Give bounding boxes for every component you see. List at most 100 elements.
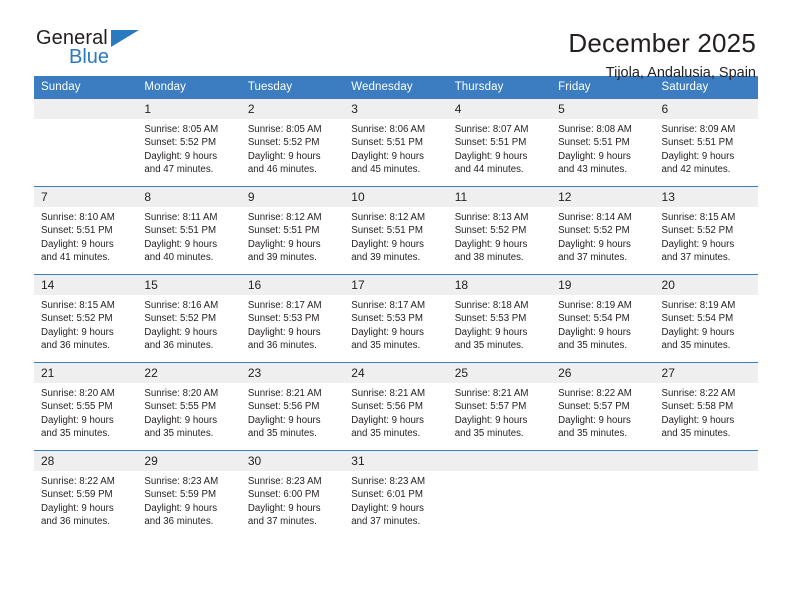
calendar-week-row: 7 Sunrise: 8:10 AM Sunset: 5:51 PM Daylight…: [34, 186, 758, 275]
daylight-text-line1: Daylight: 9 hours: [144, 414, 218, 426]
calendar-day-cell[interactable]: 30 Sunrise: 8:23 AM Sunset: 6:00 PM Dayligh…: [240, 450, 345, 535]
day-details: Sunrise: 8:10 AM Sunset: 5:51 PM Daylight:…: [34, 207, 137, 264]
calendar-day-cell[interactable]: 23 Sunrise: 8:21 AM Sunset: 5:56 PM Dayligh…: [240, 362, 345, 451]
calendar-day-cell[interactable]: 3 Sunrise: 8:06 AM Sunset: 5:51 PM Daylight…: [344, 98, 448, 187]
calendar-day-cell[interactable]: 9 Sunrise: 8:12 AM Sunset: 5:51 PM Daylight…: [240, 186, 345, 275]
daylight-text-line1: Daylight: 9 hours: [41, 326, 114, 338]
calendar-day-cell[interactable]: 2 Sunrise: 8:05 AM Sunset: 5:52 PM Daylight…: [240, 98, 345, 187]
day-details: Sunrise: 8:14 AM Sunset: 5:52 PM Daylight:…: [551, 207, 654, 264]
sunset-text: Sunset: 5:54 PM: [661, 313, 734, 325]
sunrise-text: Sunrise: 8:20 AM: [41, 388, 115, 399]
sunrise-text: Sunrise: 8:15 AM: [41, 300, 115, 311]
sunset-text: Sunset: 5:51 PM: [351, 225, 423, 237]
day-details: Sunrise: 8:20 AM Sunset: 5:55 PM Daylight:…: [34, 383, 137, 440]
calendar-day-cell[interactable]: 8 Sunrise: 8:11 AM Sunset: 5:51 PM Daylight…: [137, 186, 241, 275]
sunrise-text: Sunrise: 8:21 AM: [454, 388, 529, 399]
calendar-day-cell[interactable]: 20 Sunrise: 8:19 AM Sunset: 5:54 PM Dayligh…: [654, 274, 758, 363]
daylight-text-line2: and 37 minutes.: [558, 251, 628, 263]
sunrise-text: Sunrise: 8:09 AM: [661, 124, 736, 135]
calendar-day-cell[interactable]: 4 Sunrise: 8:07 AM Sunset: 5:51 PM Daylight…: [447, 98, 552, 187]
daylight-text-line2: and 35 minutes.: [247, 427, 317, 439]
calendar-day-cell[interactable]: 24 Sunrise: 8:21 AM Sunset: 5:56 PM Dayligh…: [344, 362, 448, 451]
calendar-day-cell[interactable]: 14 Sunrise: 8:15 AM Sunset: 5:52 PM Dayligh…: [34, 274, 138, 363]
day-number: 12: [551, 187, 655, 207]
sunrise-text: Sunrise: 8:21 AM: [247, 388, 322, 399]
calendar-day-cell[interactable]: 11 Sunrise: 8:13 AM Sunset: 5:52 PM Dayligh…: [447, 186, 552, 275]
calendar-day-cell[interactable]: 19 Sunrise: 8:19 AM Sunset: 5:54 PM Dayligh…: [551, 274, 655, 363]
daylight-text-line1: Daylight: 9 hours: [144, 502, 218, 514]
day-number: 18: [447, 275, 552, 295]
calendar-day-cell[interactable]: 31 Sunrise: 8:23 AM Sunset: 6:01 PM Dayligh…: [344, 450, 448, 535]
calendar-day-cell[interactable]: 17 Sunrise: 8:17 AM Sunset: 5:53 PM Dayligh…: [344, 274, 448, 363]
calendar-day-cell[interactable]: 15 Sunrise: 8:16 AM Sunset: 5:52 PM Dayligh…: [137, 274, 241, 363]
day-number: 2: [240, 99, 345, 119]
page-header: General Blue December 2025 Tijola, Andal…: [0, 0, 792, 81]
calendar-day-cell[interactable]: 29 Sunrise: 8:23 AM Sunset: 5:59 PM Dayligh…: [137, 450, 241, 535]
day-details: Sunrise: 8:23 AM Sunset: 6:00 PM Daylight:…: [241, 471, 344, 528]
calendar-day-cell[interactable]: 26 Sunrise: 8:22 AM Sunset: 5:57 PM Dayligh…: [551, 362, 655, 451]
sunset-text: Sunset: 5:53 PM: [351, 313, 423, 325]
calendar-day-cell[interactable]: 25 Sunrise: 8:21 AM Sunset: 5:57 PM Dayligh…: [447, 362, 552, 451]
daylight-text-line2: and 39 minutes.: [247, 251, 317, 263]
calendar-day-cell[interactable]: 10 Sunrise: 8:12 AM Sunset: 5:51 PM Dayligh…: [344, 186, 448, 275]
sunset-text: Sunset: 5:52 PM: [41, 313, 113, 325]
calendar-day-cell[interactable]: 1 Sunrise: 8:05 AM Sunset: 5:52 PM Daylight…: [137, 98, 241, 187]
daylight-text-line1: Daylight: 9 hours: [558, 238, 631, 250]
sunset-text: Sunset: 5:59 PM: [144, 489, 217, 501]
day-number: [551, 451, 655, 471]
title-block: December 2025 Tijola, Andalusia, Spain: [568, 27, 756, 82]
sunrise-text: Sunrise: 8:22 AM: [661, 388, 736, 399]
sunrise-text: Sunrise: 8:15 AM: [661, 212, 736, 223]
day-number: [447, 451, 552, 471]
daylight-text-line2: and 36 minutes.: [41, 515, 110, 527]
calendar-day-cell[interactable]: 6 Sunrise: 8:09 AM Sunset: 5:51 PM Daylight…: [654, 98, 758, 187]
daylight-text-line1: Daylight: 9 hours: [247, 238, 321, 250]
calendar-cell-empty: [551, 450, 655, 535]
calendar-day-cell[interactable]: 28 Sunrise: 8:22 AM Sunset: 5:59 PM Dayligh…: [34, 450, 138, 535]
daylight-text-line1: Daylight: 9 hours: [351, 414, 424, 426]
day-details: Sunrise: 8:15 AM Sunset: 5:52 PM Daylight:…: [655, 207, 758, 264]
sunset-text: Sunset: 6:00 PM: [247, 489, 320, 501]
calendar-day-cell[interactable]: 7 Sunrise: 8:10 AM Sunset: 5:51 PM Daylight…: [34, 186, 138, 275]
calendar-day-cell[interactable]: 27 Sunrise: 8:22 AM Sunset: 5:58 PM Dayligh…: [654, 362, 758, 451]
sunset-text: Sunset: 5:52 PM: [247, 137, 320, 149]
day-number: 22: [137, 363, 241, 383]
day-details: Sunrise: 8:17 AM Sunset: 5:53 PM Daylight:…: [241, 295, 344, 352]
day-number: 16: [240, 275, 345, 295]
sunrise-text: Sunrise: 8:12 AM: [247, 212, 322, 223]
calendar-day-cell[interactable]: 5 Sunrise: 8:08 AM Sunset: 5:51 PM Daylight…: [551, 98, 655, 187]
daylight-text-line2: and 37 minutes.: [351, 515, 421, 527]
sunrise-text: Sunrise: 8:19 AM: [558, 300, 632, 311]
day-number: 23: [240, 363, 345, 383]
calendar-day-cell[interactable]: 12 Sunrise: 8:14 AM Sunset: 5:52 PM Dayligh…: [551, 186, 655, 275]
day-details: Sunrise: 8:18 AM Sunset: 5:53 PM Daylight:…: [448, 295, 551, 352]
calendar-day-cell[interactable]: 13 Sunrise: 8:15 AM Sunset: 5:52 PM Dayligh…: [654, 186, 758, 275]
daylight-text-line2: and 36 minutes.: [144, 339, 214, 351]
daylight-text-line2: and 46 minutes.: [247, 163, 317, 175]
sunset-text: Sunset: 5:52 PM: [558, 225, 630, 237]
daylight-text-line2: and 39 minutes.: [351, 251, 421, 263]
calendar-day-cell[interactable]: 16 Sunrise: 8:17 AM Sunset: 5:53 PM Dayligh…: [240, 274, 345, 363]
daylight-text-line2: and 37 minutes.: [661, 251, 731, 263]
calendar-cell-empty: [654, 450, 758, 535]
sunset-text: Sunset: 5:51 PM: [454, 137, 527, 149]
sunrise-text: Sunrise: 8:11 AM: [144, 212, 218, 223]
day-number: [654, 451, 758, 471]
daylight-text-line2: and 35 minutes.: [351, 427, 421, 439]
calendar-day-cell[interactable]: 22 Sunrise: 8:20 AM Sunset: 5:55 PM Dayligh…: [137, 362, 241, 451]
day-details: Sunrise: 8:21 AM Sunset: 5:56 PM Daylight:…: [344, 383, 447, 440]
day-details: Sunrise: 8:15 AM Sunset: 5:52 PM Daylight:…: [34, 295, 137, 352]
calendar-day-cell[interactable]: 21 Sunrise: 8:20 AM Sunset: 5:55 PM Dayligh…: [34, 362, 138, 451]
calendar-day-cell[interactable]: 18 Sunrise: 8:18 AM Sunset: 5:53 PM Dayligh…: [447, 274, 552, 363]
day-number: 29: [137, 451, 241, 471]
sunrise-text: Sunrise: 8:23 AM: [351, 476, 426, 487]
calendar-container: Sunday Monday Tuesday Wednesday Thursday Frid…: [0, 76, 792, 535]
day-number: 25: [447, 363, 552, 383]
daylight-text-line1: Daylight: 9 hours: [247, 150, 321, 162]
sunrise-text: Sunrise: 8:22 AM: [41, 476, 115, 487]
day-number: 11: [447, 187, 552, 207]
day-number: 14: [34, 275, 138, 295]
sunset-text: Sunset: 5:51 PM: [351, 137, 423, 149]
daylight-text-line2: and 37 minutes.: [247, 515, 317, 527]
sunrise-text: Sunrise: 8:16 AM: [144, 300, 219, 311]
